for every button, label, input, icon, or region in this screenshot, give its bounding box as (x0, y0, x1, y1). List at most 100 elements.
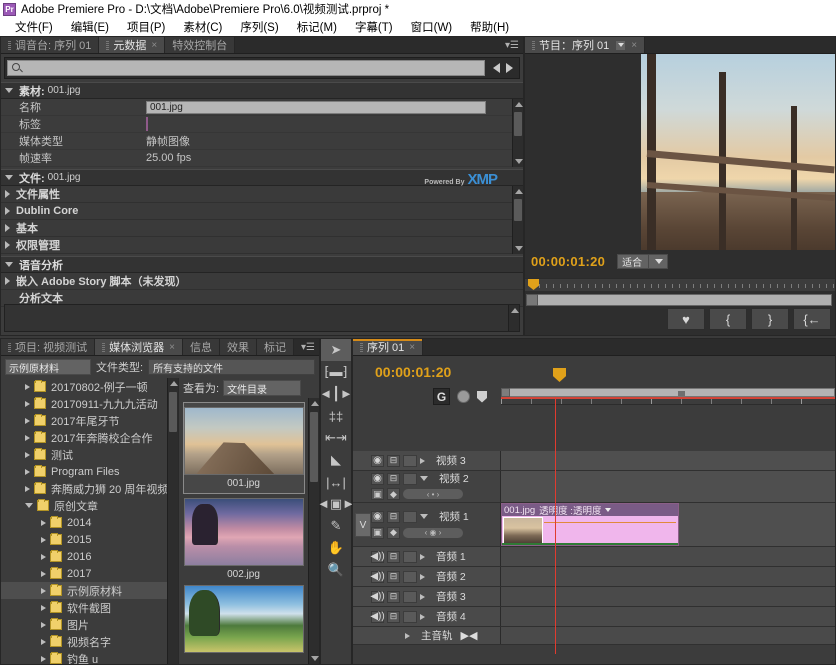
source-track-indicator-v[interactable]: V (355, 513, 371, 537)
menu-help[interactable]: 帮助(H) (461, 19, 518, 35)
track-audio-3[interactable]: ◀)) ⊟ 音频 3 (353, 587, 835, 607)
tree-item[interactable]: 2016 (1, 548, 178, 565)
track-body[interactable] (501, 567, 835, 586)
chevron-right-icon[interactable] (41, 588, 46, 594)
rolling-edit-tool[interactable]: ‡‡ (321, 405, 351, 427)
track-body[interactable]: 001.jpg 透明度 :透明度 (501, 503, 835, 546)
thumbnail-list[interactable]: 查看为: 文件目录 001.jpg002.jpg (179, 378, 319, 664)
sync-lock-box[interactable] (403, 551, 417, 563)
thumbnail-item[interactable]: 002.jpg (184, 498, 304, 580)
filetype-combo[interactable]: 所有支持的文件 (148, 359, 315, 375)
chevron-right-icon[interactable] (420, 458, 425, 464)
tree-item[interactable]: 软件截图 (1, 599, 178, 616)
display-style-icon[interactable]: ▣ (371, 488, 384, 500)
menu-clip[interactable]: 素材(C) (174, 19, 231, 35)
tree-item[interactable]: 原创文章 (1, 497, 178, 514)
sync-lock-box[interactable] (403, 473, 417, 485)
subsection-rights-management[interactable]: 权限管理 (1, 237, 523, 254)
track-video-2[interactable]: ◉ ⊟ 视频 2 ▣ ◆ ‹ • › (353, 471, 835, 503)
tree-item[interactable]: 2014 (1, 514, 178, 531)
menu-sequence[interactable]: 序列(S) (231, 19, 287, 35)
tree-item[interactable]: 奔腾威力狮 20 周年视频 (1, 480, 178, 497)
chevron-right-icon[interactable] (420, 574, 425, 580)
tree-item[interactable]: 2017年奔腾校企合作 (1, 429, 178, 446)
speaker-icon[interactable]: ◀)) (371, 571, 384, 583)
tab-sequence-01[interactable]: 序列 01 × (353, 339, 423, 355)
scroll-up-icon[interactable] (511, 308, 519, 313)
tab-effect-controls[interactable]: 特效控制台 (165, 37, 235, 53)
sync-lock-box[interactable] (403, 571, 417, 583)
subsection-file-properties[interactable]: 文件属性 (1, 186, 523, 203)
scroll-down-icon[interactable] (515, 159, 523, 164)
chevron-right-icon[interactable] (41, 639, 46, 645)
file-section-header[interactable]: 文件: 001.jpg Powered By XMP (1, 169, 523, 186)
speaker-icon[interactable]: ◀)) (371, 591, 384, 603)
tab-program-sequence01[interactable]: 节目：序列 01 × (525, 37, 645, 53)
pen-tool[interactable]: ✎ (321, 515, 351, 537)
eye-icon[interactable]: ◉ (371, 455, 384, 467)
work-area-bar[interactable] (501, 388, 835, 397)
menu-title[interactable]: 字幕(T) (346, 19, 402, 35)
subsection-dublin-core[interactable]: Dublin Core (1, 203, 523, 220)
chevron-down-icon[interactable] (420, 514, 428, 519)
source-folder-combo[interactable]: 示例原材料 (5, 359, 91, 375)
track-body[interactable] (501, 471, 835, 502)
scroll-thumb[interactable] (514, 112, 522, 136)
work-area-nub[interactable] (678, 391, 685, 396)
chevron-down-icon[interactable] (615, 40, 626, 51)
lock-icon[interactable]: ⊟ (387, 551, 400, 563)
tree-item[interactable]: 测试 (1, 446, 178, 463)
chevron-right-icon[interactable] (41, 656, 46, 662)
program-timecode[interactable]: 00:00:01:20 (531, 254, 605, 269)
chevron-right-icon[interactable] (25, 384, 30, 390)
scroll-up-icon[interactable] (515, 102, 523, 107)
close-icon[interactable]: × (409, 342, 415, 353)
label-color-swatch[interactable] (146, 117, 148, 131)
lock-icon[interactable]: ⊟ (387, 473, 400, 485)
meta-row-name[interactable]: 名称 001.jpg (1, 99, 523, 116)
sync-lock-box[interactable] (403, 455, 417, 467)
chevron-right-icon[interactable] (25, 435, 30, 441)
track-video-1[interactable]: V ◉ ⊟ 视频 1 ▣ ◆ ‹ ◉ › (353, 503, 835, 547)
in-point-button[interactable]: { (709, 308, 747, 330)
thumbnail-item[interactable]: 001.jpg (184, 403, 304, 493)
tab-audio-mixer[interactable]: 调音台: 序列 01 (1, 37, 99, 53)
slide-tool[interactable]: ◄▣► (321, 493, 351, 515)
menu-marker[interactable]: 标记(M) (288, 19, 346, 35)
hand-tool[interactable]: ✋ (321, 537, 351, 559)
out-point-button[interactable]: } (751, 308, 789, 330)
tree-item[interactable]: 2017年尾牙节 (1, 412, 178, 429)
chevron-right-icon[interactable] (41, 554, 46, 560)
chevron-right-icon[interactable] (41, 520, 46, 526)
chevron-right-icon[interactable] (420, 594, 425, 600)
panel-menu-icon[interactable]: ▾☰ (301, 342, 315, 353)
chevron-right-icon[interactable] (41, 622, 46, 628)
eye-icon[interactable]: ◉ (371, 473, 384, 485)
lock-icon[interactable]: ⊟ (387, 511, 400, 523)
menu-window[interactable]: 窗口(W) (402, 19, 462, 35)
tab-markers[interactable]: 标记 (257, 339, 294, 355)
analysis-text-area[interactable] (4, 304, 520, 332)
chevron-right-icon[interactable] (25, 452, 30, 458)
lock-icon[interactable]: ⊟ (387, 571, 400, 583)
clip-section-scrollbar[interactable] (512, 99, 523, 167)
chevron-right-icon[interactable] (41, 537, 46, 543)
scroll-up-icon[interactable] (311, 401, 319, 406)
chevron-right-icon[interactable] (420, 614, 425, 620)
name-field[interactable]: 001.jpg (146, 101, 486, 114)
scroll-up-icon[interactable] (170, 381, 178, 386)
marker-button[interactable]: ♥ (667, 308, 705, 330)
goto-in-button[interactable]: {← (793, 308, 831, 330)
track-header[interactable]: ◀)) ⊟ 音频 2 (353, 567, 501, 586)
timeline-timecode[interactable]: 00:00:01:20 (375, 364, 451, 380)
tree-item[interactable]: 视频名字 (1, 633, 178, 650)
thumbnail-item[interactable] (184, 585, 304, 653)
eye-icon[interactable]: ◉ (371, 511, 384, 523)
ripple-edit-tool[interactable]: ◄┃► (321, 383, 351, 405)
tab-effects[interactable]: 效果 (220, 339, 257, 355)
scroll-down-icon[interactable] (311, 656, 319, 661)
chevron-right-icon[interactable] (25, 486, 30, 492)
speaker-icon[interactable]: ◀)) (371, 611, 384, 623)
chevron-right-icon[interactable] (41, 605, 46, 611)
tree-item[interactable]: Program Files (1, 463, 178, 480)
